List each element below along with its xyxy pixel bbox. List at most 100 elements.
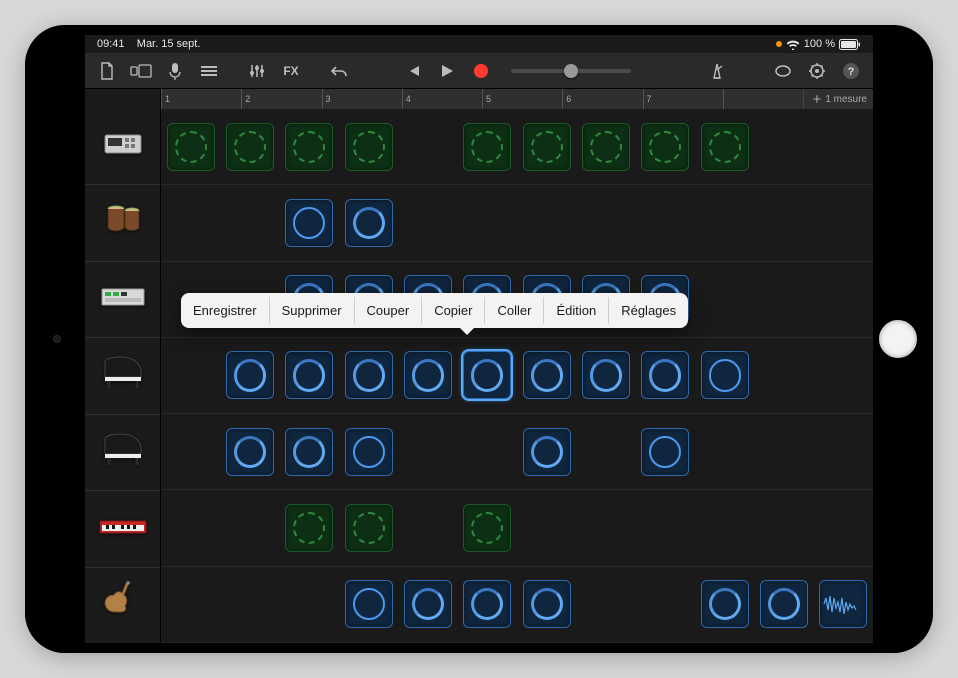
grid-cell[interactable] bbox=[814, 262, 873, 337]
track-header-piano-1[interactable] bbox=[85, 338, 160, 414]
grid-cell[interactable] bbox=[754, 414, 813, 489]
loop-cell-blue[interactable] bbox=[582, 351, 630, 399]
grid-cell[interactable] bbox=[458, 338, 517, 413]
grid-cell[interactable] bbox=[398, 567, 457, 642]
loop-cell-blue[interactable] bbox=[345, 199, 393, 247]
grid-cell[interactable] bbox=[458, 490, 517, 565]
grid-cell[interactable] bbox=[517, 490, 576, 565]
loop-cell-blue[interactable] bbox=[523, 580, 571, 628]
grid-cell[interactable] bbox=[398, 414, 457, 489]
fx-button[interactable]: FX bbox=[275, 57, 307, 85]
grid-cell[interactable] bbox=[398, 338, 457, 413]
context-menu-item[interactable]: Copier bbox=[422, 297, 485, 324]
context-menu-item[interactable]: Enregistrer bbox=[181, 297, 270, 324]
loop-cell-audio[interactable] bbox=[819, 580, 867, 628]
grid-cell[interactable] bbox=[576, 567, 635, 642]
track-header-keyboard[interactable] bbox=[85, 491, 160, 567]
loop-cell-blue[interactable] bbox=[701, 580, 749, 628]
bar-ruler[interactable]: 1234567 bbox=[161, 89, 803, 109]
grid-cell[interactable] bbox=[695, 262, 754, 337]
grid-cell[interactable] bbox=[161, 338, 220, 413]
loop-cell-green[interactable] bbox=[641, 123, 689, 171]
grid-cell[interactable] bbox=[220, 338, 279, 413]
context-menu-item[interactable]: Coller bbox=[485, 297, 544, 324]
loop-cell-green[interactable] bbox=[285, 504, 333, 552]
context-menu-item[interactable]: Réglages bbox=[609, 297, 688, 324]
grid-cell[interactable] bbox=[398, 109, 457, 184]
grid-cell[interactable] bbox=[695, 414, 754, 489]
grid-cell[interactable] bbox=[636, 490, 695, 565]
loop-cell-green[interactable] bbox=[285, 123, 333, 171]
loop-cell-green[interactable] bbox=[345, 504, 393, 552]
grid-cell[interactable] bbox=[814, 490, 873, 565]
metronome-button[interactable] bbox=[701, 57, 733, 85]
grid-cell[interactable] bbox=[220, 567, 279, 642]
grid-cell[interactable] bbox=[280, 338, 339, 413]
volume-thumb[interactable] bbox=[564, 64, 578, 78]
loop-cell-green[interactable] bbox=[345, 123, 393, 171]
loop-cell-blue[interactable] bbox=[345, 351, 393, 399]
grid-cell[interactable] bbox=[636, 414, 695, 489]
mixer-button[interactable] bbox=[241, 57, 273, 85]
loop-browser-button[interactable] bbox=[767, 57, 799, 85]
grid-cell[interactable] bbox=[814, 185, 873, 260]
grid-cell[interactable] bbox=[280, 185, 339, 260]
grid-cell[interactable] bbox=[161, 414, 220, 489]
loop-cell-blue[interactable] bbox=[463, 580, 511, 628]
ruler-segment[interactable]: 5 bbox=[482, 89, 562, 109]
loop-cell-blue[interactable] bbox=[701, 351, 749, 399]
grid-cell[interactable] bbox=[458, 185, 517, 260]
grid-cell[interactable] bbox=[754, 338, 813, 413]
grid-cell[interactable] bbox=[398, 490, 457, 565]
undo-button[interactable] bbox=[323, 57, 355, 85]
grid-cell[interactable] bbox=[517, 185, 576, 260]
grid-cell[interactable] bbox=[636, 567, 695, 642]
grid-cell[interactable] bbox=[220, 185, 279, 260]
tracks-view-button[interactable] bbox=[193, 57, 225, 85]
grid-cell[interactable] bbox=[458, 414, 517, 489]
loop-cell-green[interactable] bbox=[463, 504, 511, 552]
context-menu-item[interactable]: Supprimer bbox=[270, 297, 355, 324]
grid-cell[interactable] bbox=[161, 490, 220, 565]
grid-cell[interactable] bbox=[220, 414, 279, 489]
grid-cell[interactable] bbox=[458, 109, 517, 184]
grid-cell[interactable] bbox=[695, 567, 754, 642]
loop-cell-blue[interactable] bbox=[641, 351, 689, 399]
grid-cell[interactable] bbox=[458, 567, 517, 642]
grid-cell[interactable] bbox=[280, 414, 339, 489]
grid-cell[interactable] bbox=[339, 109, 398, 184]
grid-cell[interactable] bbox=[695, 109, 754, 184]
grid-cell[interactable] bbox=[754, 262, 813, 337]
loop-cell-green[interactable] bbox=[701, 123, 749, 171]
grid-cell[interactable] bbox=[517, 109, 576, 184]
loop-cell-green[interactable] bbox=[582, 123, 630, 171]
grid-cell[interactable] bbox=[339, 338, 398, 413]
record-button[interactable] bbox=[465, 57, 497, 85]
grid-cell[interactable] bbox=[517, 567, 576, 642]
grid-cell[interactable] bbox=[161, 185, 220, 260]
loop-cell-blue[interactable] bbox=[285, 351, 333, 399]
grid-cell[interactable] bbox=[339, 414, 398, 489]
ruler-segment[interactable]: 7 bbox=[643, 89, 723, 109]
grid-cell[interactable] bbox=[814, 109, 873, 184]
help-button[interactable]: ? bbox=[835, 57, 867, 85]
ruler-segment[interactable]: 1 bbox=[161, 89, 241, 109]
grid-cell[interactable] bbox=[636, 109, 695, 184]
grid-cell[interactable] bbox=[576, 185, 635, 260]
loop-cell-blue[interactable] bbox=[641, 428, 689, 476]
grid-cell[interactable] bbox=[280, 109, 339, 184]
grid-cell[interactable] bbox=[339, 567, 398, 642]
song-settings-button[interactable] bbox=[801, 57, 833, 85]
loop-cell-blue[interactable] bbox=[523, 351, 571, 399]
grid-cell[interactable] bbox=[339, 490, 398, 565]
grid-cell[interactable] bbox=[161, 109, 220, 184]
track-header-bass[interactable] bbox=[85, 568, 160, 643]
loop-cell-blue[interactable] bbox=[226, 351, 274, 399]
track-header-sampler[interactable] bbox=[85, 262, 160, 338]
loop-cell-blue[interactable] bbox=[285, 199, 333, 247]
grid-cell[interactable] bbox=[636, 185, 695, 260]
grid-cell[interactable] bbox=[576, 414, 635, 489]
grid-cell[interactable] bbox=[576, 338, 635, 413]
grid-cell[interactable] bbox=[576, 490, 635, 565]
grid-cell[interactable] bbox=[695, 185, 754, 260]
